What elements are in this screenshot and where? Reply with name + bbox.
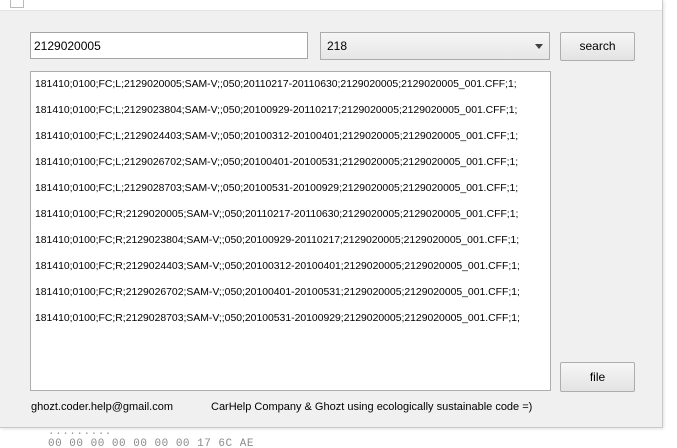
app-window: 218 search 181410;0100;FC;L;2129020005;S… bbox=[0, 0, 663, 428]
list-item[interactable]: 181410;0100;FC;R;2129023804;SAM-V;;050;2… bbox=[31, 228, 550, 254]
list-item[interactable]: 181410;0100;FC;R;2129028703;SAM-V;;050;2… bbox=[31, 306, 550, 332]
list-item[interactable]: 181410;0100;FC;L;2129028703;SAM-V;;050;2… bbox=[31, 176, 550, 202]
page: 218 search 181410;0100;FC;L;2129020005;S… bbox=[0, 0, 677, 448]
list-item[interactable]: 181410;0100;FC;L;2129020005;SAM-V;;050;2… bbox=[31, 72, 550, 98]
background-text-line-1: ......... bbox=[48, 426, 112, 438]
results-list[interactable]: 181410;0100;FC;L;2129020005;SAM-V;;050;2… bbox=[30, 71, 551, 391]
contact-email: ghozt.coder.help@gmail.com bbox=[31, 401, 174, 413]
version-select-value: 218 bbox=[327, 39, 348, 53]
chevron-down-icon bbox=[535, 44, 543, 49]
window-checkbox-icon bbox=[10, 0, 24, 8]
results-list-body: 181410;0100;FC;L;2129020005;SAM-V;;050;2… bbox=[31, 72, 550, 332]
list-item[interactable]: 181410;0100;FC;L;2129026702;SAM-V;;050;2… bbox=[31, 150, 550, 176]
search-button[interactable]: search bbox=[560, 32, 635, 61]
title-bar bbox=[0, 0, 662, 11]
search-input[interactable] bbox=[30, 32, 308, 59]
list-item[interactable]: 181410;0100;FC;R;2129026702;SAM-V;;050;2… bbox=[31, 280, 550, 306]
version-select[interactable]: 218 bbox=[320, 32, 550, 60]
list-item[interactable]: 181410;0100;FC;R;2129024403;SAM-V;;050;2… bbox=[31, 254, 550, 280]
file-button[interactable]: file bbox=[560, 362, 635, 392]
list-item[interactable]: 181410;0100;FC;L;2129024403;SAM-V;;050;2… bbox=[31, 124, 550, 150]
background-hex-line: 00 00 00 00 00 00 00 17 6C AE bbox=[48, 438, 254, 448]
footer-note: CarHelp Company & Ghozt using ecological… bbox=[211, 401, 533, 413]
list-item[interactable]: 181410;0100;FC;R;2129020005;SAM-V;;050;2… bbox=[31, 202, 550, 228]
list-item[interactable]: 181410;0100;FC;L;2129023804;SAM-V;;050;2… bbox=[31, 98, 550, 124]
